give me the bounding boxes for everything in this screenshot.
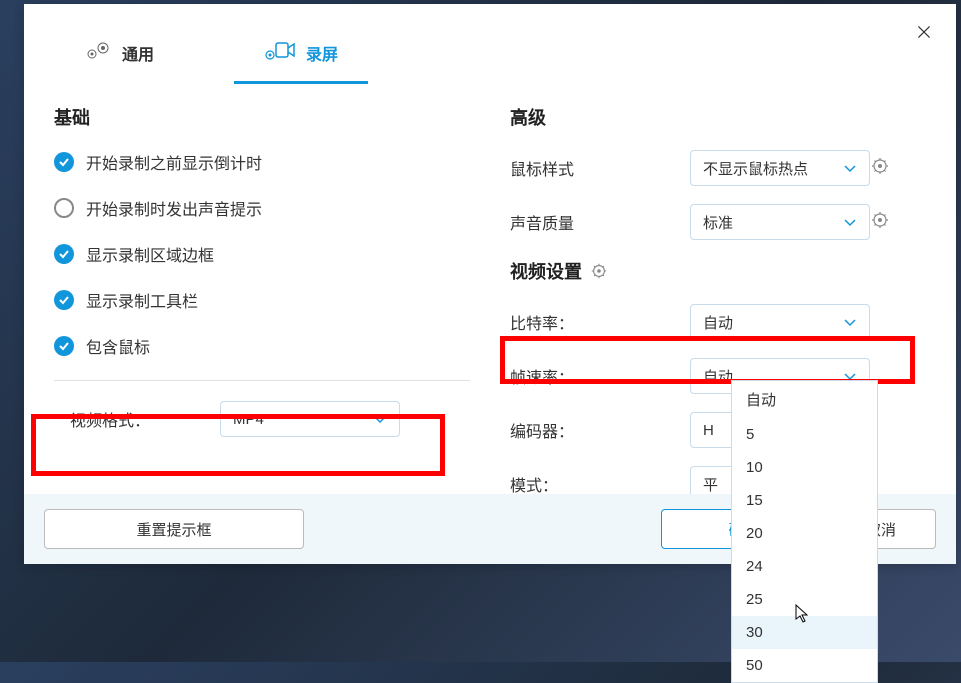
check-icon	[58, 248, 70, 260]
chevron-down-icon	[373, 411, 387, 428]
mouse-style-value: 不显示鼠标热点	[703, 158, 808, 179]
gear-icon	[870, 156, 890, 176]
checkbox-row-mouse: 包含鼠标	[54, 334, 470, 358]
encoder-value: H	[703, 422, 714, 439]
video-format-value: MP4	[233, 411, 264, 428]
gear-icon	[870, 210, 890, 230]
checkbox-countdown-label: 开始录制之前显示倒计时	[86, 150, 262, 174]
dropdown-item[interactable]: 15	[732, 484, 877, 517]
mode-value: 平	[703, 474, 718, 495]
mouse-style-row: 鼠标样式 不显示鼠标热点	[510, 150, 926, 186]
tab-general-label: 通用	[122, 41, 154, 65]
advanced-section-title: 高级	[510, 104, 926, 130]
dropdown-item[interactable]: 5	[732, 418, 877, 451]
check-icon	[58, 156, 70, 168]
checkbox-border-label: 显示录制区域边框	[86, 242, 214, 266]
dropdown-item[interactable]: 20	[732, 517, 877, 550]
video-settings-title-text: 视频设置	[510, 258, 582, 284]
checkbox-row-toolbar: 显示录制工具栏	[54, 288, 470, 312]
reset-button[interactable]: 重置提示框	[44, 509, 304, 549]
reset-button-label: 重置提示框	[136, 519, 211, 540]
framerate-label: 帧速率：	[510, 364, 690, 388]
gear-icon	[590, 262, 608, 280]
chevron-down-icon	[843, 314, 857, 331]
bitrate-value: 自动	[703, 312, 733, 333]
gears-icon	[84, 40, 112, 65]
check-icon	[58, 340, 70, 352]
left-column: 基础 开始录制之前显示倒计时 开始录制时发出声音提示 显示录制区域边框	[54, 104, 470, 520]
tab-general[interactable]: 通用	[54, 24, 184, 84]
checkbox-sound[interactable]	[54, 198, 74, 218]
checkbox-border[interactable]	[54, 244, 74, 264]
dropdown-item[interactable]: 50	[732, 649, 877, 682]
tab-recording[interactable]: 录屏	[234, 24, 368, 84]
checkbox-row-sound: 开始录制时发出声音提示	[54, 196, 470, 220]
sound-quality-settings-button[interactable]	[870, 210, 894, 234]
video-format-row: 视频格式： MP4	[54, 401, 470, 437]
checkbox-row-countdown: 开始录制之前显示倒计时	[54, 150, 470, 174]
mouse-style-select[interactable]: 不显示鼠标热点	[690, 150, 870, 186]
dropdown-item[interactable]: 10	[732, 451, 877, 484]
sound-quality-label: 声音质量	[510, 210, 690, 234]
framerate-dropdown: 自动 5 10 15 20 24 25 30 50	[731, 380, 878, 683]
sound-quality-row: 声音质量 标准	[510, 204, 926, 240]
dropdown-item[interactable]: 24	[732, 550, 877, 583]
video-settings-title: 视频设置	[510, 258, 926, 284]
checkbox-toolbar-label: 显示录制工具栏	[86, 288, 198, 312]
checkbox-sound-label: 开始录制时发出声音提示	[86, 196, 262, 220]
video-format-select[interactable]: MP4	[220, 401, 400, 437]
check-icon	[58, 294, 70, 306]
encoder-label: 编码器：	[510, 418, 690, 442]
close-icon	[916, 24, 932, 40]
mouse-style-settings-button[interactable]	[870, 156, 894, 180]
framerate-value: 自动	[703, 366, 733, 387]
tabs-bar: 通用 录屏	[24, 4, 956, 84]
tab-recording-label: 录屏	[306, 41, 338, 65]
video-settings-gear-button[interactable]	[590, 262, 608, 280]
checkbox-mouse-label: 包含鼠标	[86, 334, 150, 358]
close-button[interactable]	[916, 24, 936, 44]
chevron-down-icon	[843, 214, 857, 231]
checkbox-mouse[interactable]	[54, 336, 74, 356]
mode-label: 模式：	[510, 472, 690, 496]
video-format-label: 视频格式：	[70, 407, 220, 431]
mouse-cursor-icon	[795, 604, 811, 629]
dropdown-item[interactable]: 自动	[732, 381, 877, 418]
bitrate-select[interactable]: 自动	[690, 304, 870, 340]
divider	[54, 380, 470, 381]
mouse-style-label: 鼠标样式	[510, 156, 690, 180]
basic-section-title: 基础	[54, 104, 470, 130]
bitrate-label: 比特率：	[510, 310, 690, 334]
bitrate-row: 比特率： 自动	[510, 304, 926, 340]
checkbox-row-border: 显示录制区域边框	[54, 242, 470, 266]
chevron-down-icon	[843, 160, 857, 177]
camera-gear-icon	[264, 39, 296, 66]
checkbox-countdown[interactable]	[54, 152, 74, 172]
sound-quality-select[interactable]: 标准	[690, 204, 870, 240]
checkbox-toolbar[interactable]	[54, 290, 74, 310]
sound-quality-value: 标准	[703, 212, 733, 233]
